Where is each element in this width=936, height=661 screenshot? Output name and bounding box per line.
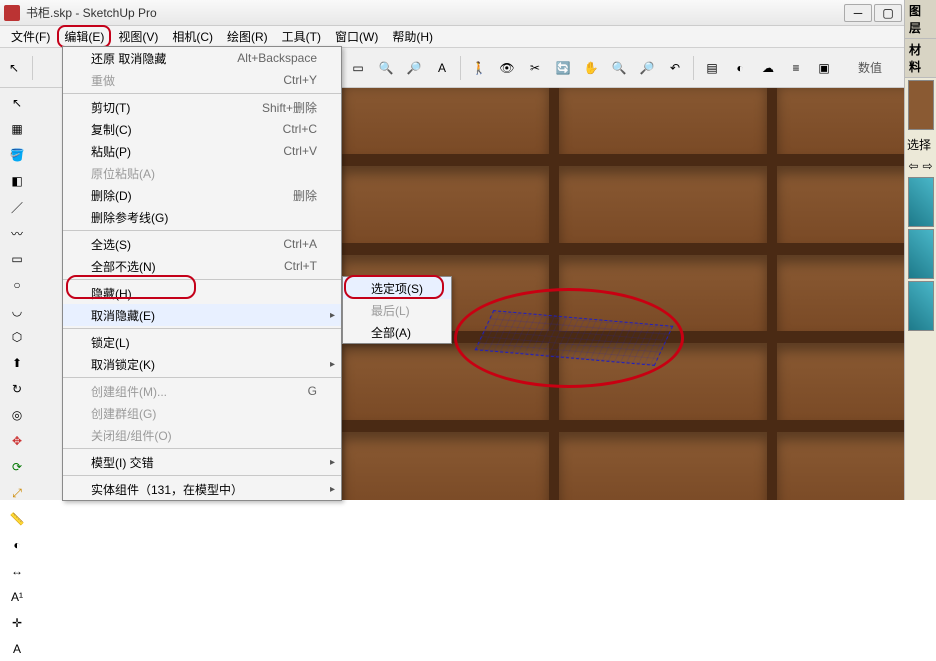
select-tool-icon[interactable]: ↖ [2, 56, 26, 80]
material-swatch-water1[interactable] [908, 177, 934, 227]
follow-icon[interactable]: ↻ [3, 377, 31, 401]
text-icon[interactable]: A¹ [3, 585, 31, 609]
polygon-icon[interactable]: ⬡ [3, 325, 31, 349]
submenu-item[interactable]: 全部(A) [343, 321, 451, 343]
rect-icon[interactable]: ▭ [3, 247, 31, 271]
rotate-icon[interactable]: ⟳ [3, 455, 31, 479]
menuitem[interactable]: 实体组件（131，在模型中） [63, 478, 341, 500]
panel-select-title: 选择 [905, 132, 936, 157]
look-icon[interactable]: 👁 [495, 56, 519, 80]
prev-icon[interactable]: ↶ [663, 56, 687, 80]
menuitem[interactable]: 隐藏(H) [63, 282, 341, 304]
protractor-icon[interactable]: ◐ [3, 533, 31, 557]
menuitem[interactable]: 锁定(L) [63, 331, 341, 353]
3dtext-icon[interactable]: A [3, 637, 31, 661]
zoom3-icon[interactable]: 🔎 [635, 56, 659, 80]
menuitem[interactable]: 剪切(T)Shift+删除 [63, 96, 341, 118]
maximize-button[interactable]: ▢ [874, 4, 902, 22]
menuitem[interactable]: 模型(I) 交错 [63, 451, 341, 473]
menuitem: 重做Ctrl+Y [63, 69, 341, 91]
menuitem[interactable]: 粘贴(P)Ctrl+V [63, 140, 341, 162]
walk-icon[interactable]: 🚶 [467, 56, 491, 80]
app-icon [4, 5, 20, 21]
push-icon[interactable]: ⬆ [3, 351, 31, 375]
edit-menu: 还原 取消隐藏Alt+Backspace重做Ctrl+Y 剪切(T)Shift+删… [62, 46, 342, 501]
next-icon[interactable]: ⇨ [923, 159, 933, 173]
freehand-icon[interactable]: 〰 [3, 221, 31, 245]
material-swatch-water3[interactable] [908, 281, 934, 331]
zoom2-icon[interactable]: 🔍 [607, 56, 631, 80]
section-icon[interactable]: ✂ [523, 56, 547, 80]
zoom-icon[interactable]: 🔍 [374, 56, 398, 80]
orbit-icon[interactable]: 🔄 [551, 56, 575, 80]
menubar: 文件(F)编辑(E)视图(V)相机(C)绘图(R)工具(T)窗口(W)帮助(H) [0, 26, 936, 48]
minimize-button[interactable]: ─ [844, 4, 872, 22]
outliner-icon[interactable]: ≡ [784, 56, 808, 80]
menuitem[interactable]: 取消隐藏(E) [63, 304, 341, 326]
menuitem[interactable]: 删除参考线(G) [63, 206, 341, 228]
menuitem[interactable]: 取消锁定(K) [63, 353, 341, 375]
menuitem[interactable]: 删除(D)删除 [63, 184, 341, 206]
component-icon[interactable]: ▦ [3, 117, 31, 141]
right-panels: 图层 材料 选择 ⇦ ⇨ [904, 0, 936, 500]
window-title: 书柜.skp - SketchUp Pro [26, 4, 842, 21]
material-swatch-wood[interactable] [908, 80, 934, 130]
front-view-icon[interactable]: ▭ [346, 56, 370, 80]
titlebar: 书柜.skp - SketchUp Pro ─ ▢ ✕ [0, 0, 936, 26]
vcb-label: 数值 [858, 59, 882, 76]
panel-layers-title[interactable]: 图层 [905, 0, 936, 39]
move-icon[interactable]: ✥ [3, 429, 31, 453]
left-toolbar: ↖ ▦ 🪣 ◧ ／ 〰 ▭ ○ ◡ ⬡ ⬆ ↻ ◎ ✥ ⟳ ⤢ 📏 ◐ ↔ A¹… [0, 88, 64, 500]
menuitem: 创建群组(G) [63, 402, 341, 424]
layers-icon[interactable]: ▤ [700, 56, 724, 80]
arc-icon[interactable]: ◡ [3, 299, 31, 323]
fog-icon[interactable]: ☁ [756, 56, 780, 80]
circle-icon[interactable]: ○ [3, 273, 31, 297]
dim-icon[interactable]: ↔ [3, 559, 31, 583]
annotation-oval [454, 288, 684, 388]
offset-icon[interactable]: ◎ [3, 403, 31, 427]
panel-materials-title[interactable]: 材料 [905, 39, 936, 78]
menuitem: 关闭组/组件(O) [63, 424, 341, 446]
prev-icon[interactable]: ⇦ [908, 159, 918, 173]
menuitem[interactable]: 还原 取消隐藏Alt+Backspace [63, 47, 341, 69]
shadow-icon[interactable]: ◐ [728, 56, 752, 80]
unhide-submenu: 选定项(S)最后(L)全部(A) [342, 276, 452, 344]
menu-4[interactable]: 绘图(R) [220, 25, 275, 48]
tape-icon[interactable]: 📏 [3, 507, 31, 531]
menu-3[interactable]: 相机(C) [165, 25, 220, 48]
menuitem[interactable]: 复制(C)Ctrl+C [63, 118, 341, 140]
style-icon[interactable]: A [430, 56, 454, 80]
material-swatch-water2[interactable] [908, 229, 934, 279]
submenu-item[interactable]: 选定项(S) [343, 277, 451, 299]
select-nav: ⇦ ⇨ [905, 157, 936, 175]
line-icon[interactable]: ／ [3, 195, 31, 219]
menu-5[interactable]: 工具(T) [275, 25, 328, 48]
menu-1[interactable]: 编辑(E) [57, 25, 111, 48]
menu-2[interactable]: 视图(V) [111, 25, 165, 48]
menu-6[interactable]: 窗口(W) [328, 25, 385, 48]
paint-icon[interactable]: 🪣 [3, 143, 31, 167]
menuitem: 创建组件(M)...G [63, 380, 341, 402]
scenes-icon[interactable]: ▣ [812, 56, 836, 80]
axes-icon[interactable]: ✛ [3, 611, 31, 635]
menuitem[interactable]: 全部不选(N)Ctrl+T [63, 255, 341, 277]
menuitem: 原位粘贴(A) [63, 162, 341, 184]
menu-0[interactable]: 文件(F) [4, 25, 57, 48]
submenu-item: 最后(L) [343, 299, 451, 321]
menuitem[interactable]: 全选(S)Ctrl+A [63, 233, 341, 255]
zoom-ext-icon[interactable]: 🔎 [402, 56, 426, 80]
menu-7[interactable]: 帮助(H) [385, 25, 440, 48]
pan-icon[interactable]: ✋ [579, 56, 603, 80]
scale-icon[interactable]: ⤢ [3, 481, 31, 505]
eraser-icon[interactable]: ◧ [3, 169, 31, 193]
select-icon[interactable]: ↖ [3, 91, 31, 115]
